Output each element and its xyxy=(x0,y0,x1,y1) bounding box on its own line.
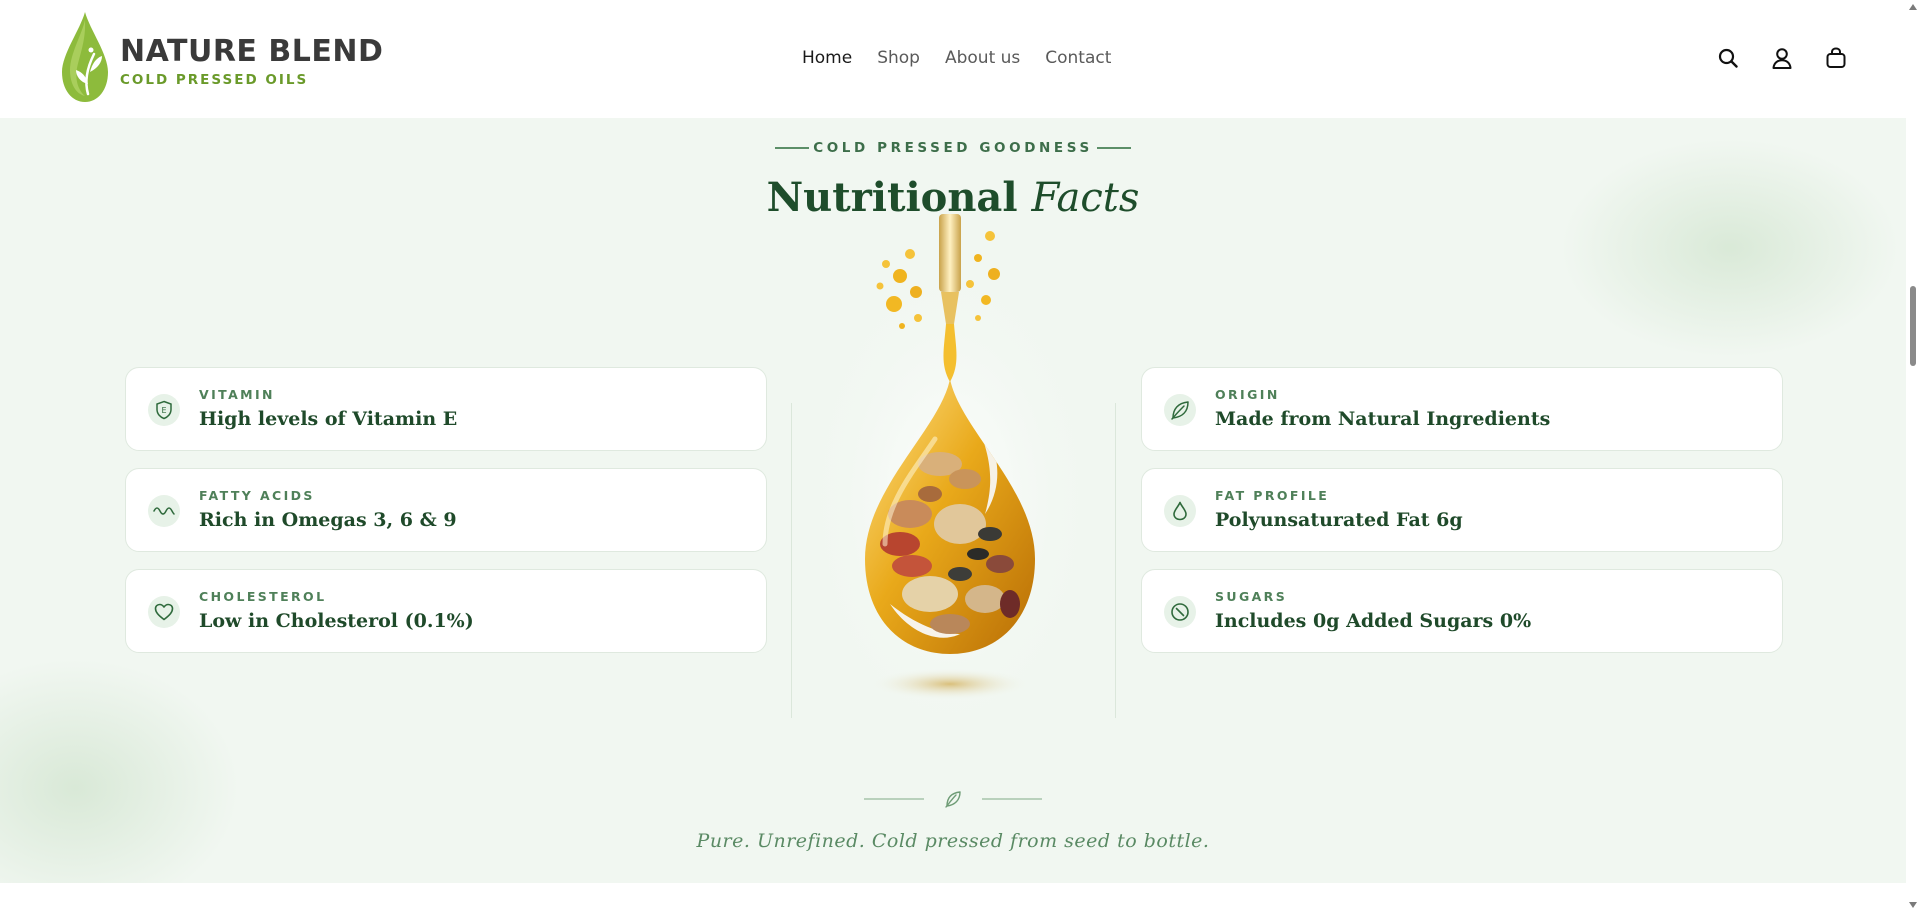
nav-shop[interactable]: Shop xyxy=(877,46,920,70)
brand-name: NATURE BLEND xyxy=(120,34,384,69)
eyebrow-line-left xyxy=(775,147,810,149)
nutritional-facts-section: COLD PRESSED GOODNESS Nutritional Facts … xyxy=(0,118,1906,883)
oil-drop-seeds-illustration xyxy=(790,214,1110,724)
main-nav: Home Shop About us Contact xyxy=(802,46,1111,70)
header-actions xyxy=(1716,46,1848,70)
scroll-up-arrow-icon[interactable] xyxy=(1909,4,1917,10)
fact-label: FATTY ACIDS xyxy=(199,488,315,503)
fact-label: ORIGIN xyxy=(1215,387,1280,402)
vitamin-e-shield-icon: E xyxy=(148,394,180,426)
fact-card-fatty-acids: FATTY ACIDS Rich in Omegas 3, 6 & 9 xyxy=(125,468,767,552)
heart-icon xyxy=(148,596,180,628)
nav-home[interactable]: Home xyxy=(802,46,852,70)
fact-value: Polyunsaturated Fat 6g xyxy=(1215,509,1463,531)
section-eyebrow: COLD PRESSED GOODNESS xyxy=(0,140,1906,156)
eyebrow-text: COLD PRESSED GOODNESS xyxy=(813,140,1093,156)
section-tagline: Pure. Unrefined. Cold pressed from seed … xyxy=(696,830,1210,852)
fact-value: Rich in Omegas 3, 6 & 9 xyxy=(199,509,457,531)
fact-label: CHOLESTEROL xyxy=(199,589,327,604)
fact-label: VITAMIN xyxy=(199,387,275,402)
divider-line-right xyxy=(1115,403,1116,718)
drop-icon xyxy=(1164,495,1196,527)
scroll-thumb[interactable] xyxy=(1910,286,1916,366)
brand-logo[interactable]: NATURE BLEND COLD PRESSED OILS xyxy=(58,10,383,104)
fact-value: Includes 0g Added Sugars 0% xyxy=(1215,610,1532,632)
decor-glow-top-right xyxy=(1560,138,1900,358)
fact-value: Low in Cholesterol (0.1%) xyxy=(199,610,474,632)
account-icon[interactable] xyxy=(1770,46,1794,70)
scroll-down-arrow-icon[interactable] xyxy=(1909,902,1917,908)
divider-line xyxy=(864,798,924,800)
svg-text:E: E xyxy=(161,406,166,415)
eyebrow-line-right xyxy=(1096,147,1131,149)
site-header: NATURE BLEND COLD PRESSED OILS Home Shop… xyxy=(0,0,1906,118)
divider-leaf-icon xyxy=(945,791,961,808)
fact-label: FAT PROFILE xyxy=(1215,488,1330,503)
fact-value: High levels of Vitamin E xyxy=(199,408,458,430)
fact-card-fat-profile: FAT PROFILE Polyunsaturated Fat 6g xyxy=(1141,468,1783,552)
brand-tagline: COLD PRESSED OILS xyxy=(120,72,309,88)
divider-line xyxy=(982,798,1042,800)
fact-card-vitamin: E VITAMIN High levels of Vitamin E xyxy=(125,367,767,451)
nav-about-us[interactable]: About us xyxy=(945,46,1020,70)
fact-card-sugars: SUGARS Includes 0g Added Sugars 0% xyxy=(1141,569,1783,653)
oil-drop-logo-icon xyxy=(62,12,108,102)
fact-card-origin: ORIGIN Made from Natural Ingredients xyxy=(1141,367,1783,451)
page-scrollbar[interactable] xyxy=(1906,0,1920,912)
nav-contact[interactable]: Contact xyxy=(1045,46,1111,70)
fact-card-cholesterol: CHOLESTEROL Low in Cholesterol (0.1%) xyxy=(125,569,767,653)
search-icon[interactable] xyxy=(1716,46,1740,70)
fact-value: Made from Natural Ingredients xyxy=(1215,408,1551,430)
wave-icon xyxy=(148,495,180,527)
section-divider xyxy=(0,788,1906,810)
cart-icon[interactable] xyxy=(1824,46,1848,70)
leaf-icon xyxy=(1164,394,1196,426)
no-sugar-icon xyxy=(1164,596,1196,628)
fact-label: SUGARS xyxy=(1215,589,1288,604)
